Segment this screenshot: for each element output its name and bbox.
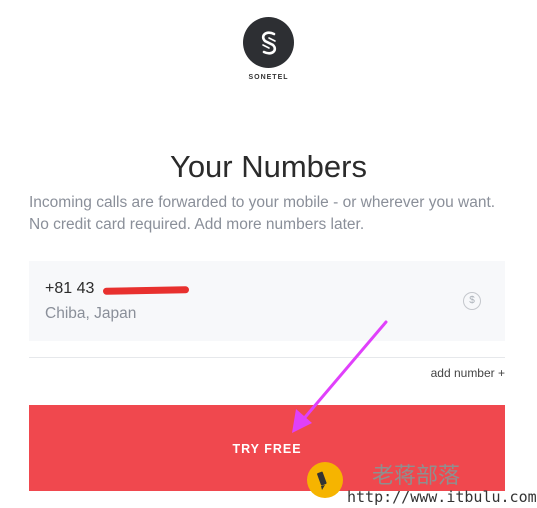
pencil-icon: [307, 462, 343, 498]
brand-logo: SONETEL: [0, 17, 537, 81]
number-location: Chiba, Japan: [45, 305, 137, 322]
sonetel-s-icon: [243, 17, 294, 68]
watermark-url: http://www.itbulu.com: [347, 488, 537, 506]
divider: [29, 357, 505, 358]
number-card[interactable]: +81 43 Chiba, Japan $: [29, 261, 505, 341]
watermark-text: 老蒋部落: [372, 464, 461, 489]
phone-number: +81 43: [45, 280, 95, 297]
intro-text: Incoming calls are forwarded to your mob…: [29, 194, 496, 233]
redaction-mark: [102, 286, 190, 295]
brand-name: SONETEL: [248, 74, 289, 81]
add-number-link[interactable]: add number +: [431, 366, 505, 380]
page-title: Your Numbers: [169, 148, 367, 184]
dollar-circle-icon[interactable]: $: [463, 292, 481, 310]
